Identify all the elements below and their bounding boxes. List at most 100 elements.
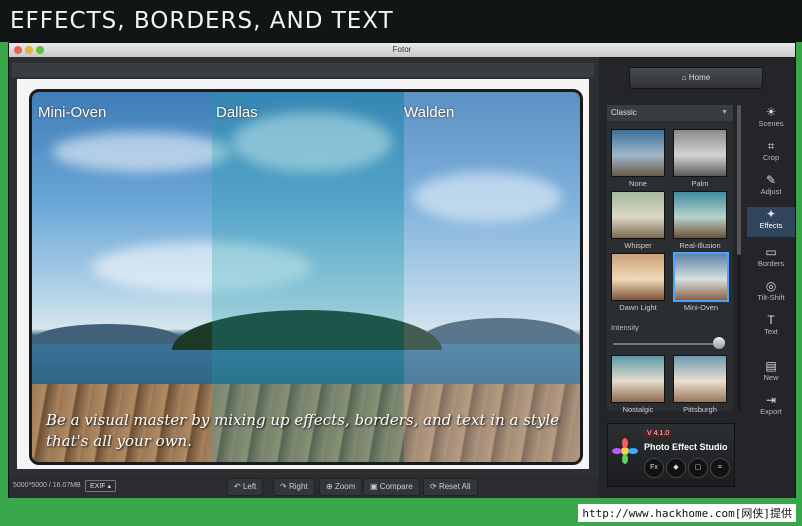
photo-effect-studio-promo[interactable]: V 4.1.0 Photo Effect Studio Fx ◆ ▢ ⌗ (607, 423, 735, 487)
home-button[interactable]: ⌂ Home (629, 67, 763, 89)
effect-thumb-image (674, 130, 726, 176)
tool-export[interactable]: ⇥ Export (747, 393, 795, 423)
zoom-button[interactable]: ⊕ Zoom (319, 478, 363, 496)
canvas-top-strip (12, 63, 594, 77)
reset-icon: ⟳ (430, 482, 437, 491)
effect-thumb-label: Mini-Oven (683, 303, 719, 312)
cloud-shape (52, 132, 232, 172)
close-window-button[interactable] (14, 46, 22, 54)
tool-label: New (763, 373, 779, 382)
effect-thumb-image (612, 130, 664, 176)
rotate-left-icon: ↶ (234, 482, 241, 491)
effect-category-dropdown[interactable]: Classic ▼ (607, 105, 733, 121)
tool-new[interactable]: ▤ New (747, 359, 795, 389)
tool-label: Adjust (760, 187, 782, 196)
tool-effects[interactable]: ✦ Effects (747, 207, 795, 237)
tool-label: Crop (762, 153, 780, 162)
minimize-window-button[interactable] (25, 46, 33, 54)
effect-thumb-label: Whisper (624, 241, 652, 250)
effect-thumb-image (612, 356, 664, 402)
effect-thumb-dawn-light[interactable]: Dawn Light (611, 253, 665, 312)
sparkle-icon: ✦ (765, 207, 777, 221)
export-icon: ⇥ (765, 393, 777, 407)
new-file-icon: ▤ (765, 359, 777, 373)
status-bar: 5000*5000 / 16.07MB EXIF ▴ ↶ Left ↷ Righ… (9, 475, 599, 499)
effect-thumb-mini-oven[interactable]: Mini-Oven (673, 252, 729, 312)
target-icon: ◎ (765, 279, 777, 293)
effect-thumb-label: Palm (691, 179, 709, 188)
frame-icon: ▢ (688, 458, 708, 478)
compare-icon: ▣ (370, 482, 378, 491)
canvas-area: Mini-Oven Dallas Walden Be a visual mast… (9, 57, 599, 499)
effect-panel-middle (212, 92, 404, 462)
effect-thumb-none[interactable]: None (611, 129, 665, 188)
effect-thumb-pittsburgh[interactable]: Pittsburgh (673, 355, 727, 414)
rotate-left-label: Left (242, 482, 257, 491)
compare-label: Compare (379, 482, 413, 491)
footer-bar: http://www.hackhome.com[网侠]提供 (0, 498, 802, 526)
intensity-slider-handle[interactable] (713, 337, 725, 349)
effects-scrollbar[interactable] (737, 105, 741, 411)
photo-preview[interactable]: Mini-Oven Dallas Walden Be a visual mast… (29, 89, 583, 465)
zoom-icon: ⊕ (326, 482, 333, 491)
tool-scenes[interactable]: ☀ Scenes (747, 105, 795, 135)
effect-panel-right (404, 92, 580, 462)
effect-thumb-whisper[interactable]: Whisper (611, 191, 665, 250)
crop-icon: ⌗ (767, 139, 775, 153)
reset-all-button[interactable]: ⟳ Reset All (423, 478, 478, 496)
effects-list: Classic ▼ None Palm Whisper Real-Illusio… (607, 105, 733, 414)
fx-icon: Fx (644, 458, 664, 478)
intensity-slider[interactable] (613, 343, 723, 345)
rotate-left-button[interactable]: ↶ Left (227, 478, 264, 496)
home-label: Home (688, 73, 711, 82)
effect-thumb-real-illusion[interactable]: Real-Illusion (673, 191, 727, 250)
effect-label-3: Walden (404, 104, 455, 121)
effect-label-2: Dallas (216, 104, 258, 121)
crop-icon: ⌗ (710, 458, 730, 478)
effect-thumb-image (612, 254, 664, 300)
rotate-right-icon: ↷ (280, 482, 287, 491)
promo-app-name: Photo Effect Studio (644, 442, 728, 452)
version-badge: V 4.1.0 (644, 430, 673, 437)
photo-frame: Mini-Oven Dallas Walden Be a visual mast… (17, 79, 589, 469)
rotate-right-button[interactable]: ↷ Right (273, 478, 315, 496)
effect-thumb-nostalgic[interactable]: Nostalgic (611, 355, 665, 414)
zoom-label: Zoom (334, 482, 356, 491)
rotate-right-label: Right (288, 482, 308, 491)
diamond-icon: ◆ (666, 458, 686, 478)
compare-button[interactable]: ▣ Compare (363, 478, 420, 496)
promo-banner-title: EFFECTS, BORDERS, AND TEXT (0, 0, 802, 42)
tool-borders[interactable]: ▭ Borders (747, 245, 795, 275)
effect-category-value: Classic (611, 108, 637, 117)
text-icon: T (767, 313, 775, 327)
scrollbar-thumb[interactable] (737, 105, 741, 255)
tool-crop[interactable]: ⌗ Crop (747, 139, 795, 169)
tool-label: Borders (757, 259, 785, 268)
effect-thumb-palm[interactable]: Palm (673, 129, 727, 188)
frame-icon: ▭ (765, 245, 777, 259)
effect-thumb-image (674, 356, 726, 402)
tool-label: Tilt-Shift (757, 293, 785, 302)
watermark-text: http://www.hackhome.com[网侠]提供 (578, 504, 796, 522)
tool-label: Effects (759, 221, 783, 230)
effect-thumb-image (612, 192, 664, 238)
effect-thumb-label: Nostalgic (622, 405, 654, 414)
reset-all-label: Reset All (438, 482, 471, 491)
tool-adjust[interactable]: ✎ Adjust (747, 173, 795, 203)
tool-tilt-shift[interactable]: ◎ Tilt-Shift (747, 279, 795, 309)
tool-text[interactable]: T Text (747, 313, 795, 343)
pencil-icon: ✎ (765, 173, 777, 187)
tool-label: Scenes (758, 119, 784, 128)
tool-label: Text (764, 327, 778, 336)
right-sidebar: ⌂ Home Classic ▼ None Palm Whisper Real-… (599, 57, 795, 499)
effect-thumb-image (675, 254, 727, 300)
exif-button[interactable]: EXIF ▴ (85, 480, 117, 492)
effect-thumb-label: Dawn Light (619, 303, 657, 312)
hills-left (32, 324, 182, 344)
intensity-label: Intensity (611, 323, 639, 332)
zoom-window-button[interactable] (36, 46, 44, 54)
app-logo-icon (612, 438, 638, 464)
photo-caption-text: Be a visual master by mixing up effects,… (46, 411, 560, 450)
window-title: Fotor (392, 45, 412, 54)
image-dimensions: 5000*5000 / 16.07MB (13, 482, 81, 489)
